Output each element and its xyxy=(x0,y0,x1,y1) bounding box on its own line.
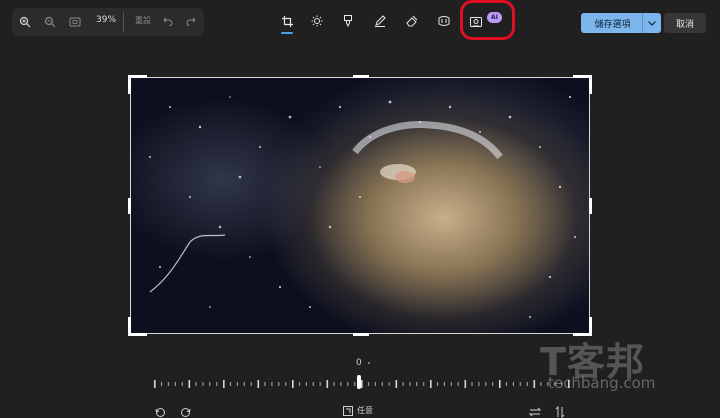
slider-tick xyxy=(305,382,307,386)
slider-tick xyxy=(505,382,508,386)
slider-tick xyxy=(464,380,467,388)
flip-horizontal-icon[interactable] xyxy=(528,406,542,418)
fit-to-window-icon[interactable] xyxy=(67,14,83,30)
slider-tick xyxy=(160,382,163,386)
slider-tick xyxy=(223,380,225,388)
straighten-indicator xyxy=(368,362,370,364)
slider-tick xyxy=(243,382,245,386)
slider-tick xyxy=(374,382,376,386)
filter-icon[interactable] xyxy=(341,14,355,28)
brightness-icon[interactable] xyxy=(310,14,324,28)
slider-tick xyxy=(312,382,314,386)
slider-tick xyxy=(257,380,260,388)
slider-tick xyxy=(264,382,266,386)
slider-tick xyxy=(340,382,342,386)
save-options-button[interactable]: 儲存選項 xyxy=(581,13,661,33)
slider-tick xyxy=(333,382,335,386)
slider-tick xyxy=(319,382,321,386)
slider-tick xyxy=(326,380,329,388)
flip-vertical-icon[interactable] xyxy=(553,406,567,418)
aspect-ratio-button[interactable]: 任意 xyxy=(343,405,373,416)
active-tool-indicator xyxy=(281,32,293,34)
slider-tick xyxy=(202,382,204,386)
undo-icon[interactable] xyxy=(161,14,175,28)
tiger-photo xyxy=(130,77,590,334)
save-options-label: 儲存選項 xyxy=(594,19,631,30)
slider-tick xyxy=(209,382,211,386)
slider-tick xyxy=(367,382,370,386)
chevron-down-icon[interactable] xyxy=(643,20,661,26)
zoom-in-icon[interactable] xyxy=(17,14,33,30)
slider-tick xyxy=(154,380,156,388)
cancel-button[interactable]: 取消 xyxy=(664,13,706,33)
watermark-url: techbang.com xyxy=(548,374,656,392)
slider-tick xyxy=(388,382,390,386)
slider-tick xyxy=(526,382,528,386)
straighten-value: 0 xyxy=(356,358,362,368)
aspect-ratio-icon xyxy=(343,405,353,416)
aspect-ratio-label: 任意 xyxy=(357,406,373,415)
slider-tick xyxy=(478,382,480,386)
slider-tick xyxy=(471,382,473,386)
slider-tick xyxy=(278,382,280,386)
slider-tick xyxy=(181,382,183,386)
slider-tick xyxy=(285,382,287,386)
slider-tick xyxy=(416,382,418,386)
slider-tick xyxy=(519,382,521,386)
slider-tick xyxy=(229,382,232,386)
slider-tick xyxy=(402,382,404,386)
zoom-level: 39% xyxy=(96,15,117,25)
redo-icon[interactable] xyxy=(184,14,198,28)
slider-tick xyxy=(236,382,238,386)
slider-tick xyxy=(271,382,273,386)
slider-tick xyxy=(250,382,252,386)
markup-pen-icon[interactable] xyxy=(373,14,387,28)
slider-tick xyxy=(174,382,176,386)
slider-tick xyxy=(457,382,459,386)
slider-tick xyxy=(512,382,514,386)
slider-tick xyxy=(533,380,536,388)
slider-thumb[interactable] xyxy=(357,375,361,389)
slider-tick xyxy=(430,380,432,388)
slider-tick xyxy=(499,380,501,388)
slider-tick xyxy=(381,382,383,386)
crop-icon[interactable] xyxy=(280,14,294,28)
slider-tick xyxy=(354,382,356,386)
erase-icon[interactable] xyxy=(405,14,419,28)
slider-tick xyxy=(450,382,452,386)
zoom-out-icon[interactable] xyxy=(42,14,58,30)
slider-tick xyxy=(195,382,197,386)
slider-tick xyxy=(409,382,411,386)
slider-tick xyxy=(298,382,301,386)
slider-tick xyxy=(292,380,294,388)
reset-button[interactable]: 重設 xyxy=(135,15,151,26)
slider-tick xyxy=(188,380,191,388)
highlight-circle xyxy=(460,0,515,40)
slider-tick xyxy=(492,382,494,386)
rotate-right-icon[interactable] xyxy=(178,406,192,418)
slider-tick xyxy=(216,382,218,386)
slider-tick xyxy=(443,382,445,386)
slider-tick xyxy=(436,382,439,386)
slider-tick xyxy=(395,380,398,388)
slider-tick xyxy=(423,382,425,386)
slider-tick xyxy=(347,382,349,386)
slider-tick xyxy=(167,382,169,386)
slider-tick xyxy=(485,382,487,386)
slider-tick xyxy=(361,380,363,388)
zoom-divider xyxy=(123,12,124,32)
retouch-icon[interactable] xyxy=(437,14,451,28)
water-spray-overlay xyxy=(149,95,576,318)
rotate-left-icon[interactable] xyxy=(153,406,167,418)
